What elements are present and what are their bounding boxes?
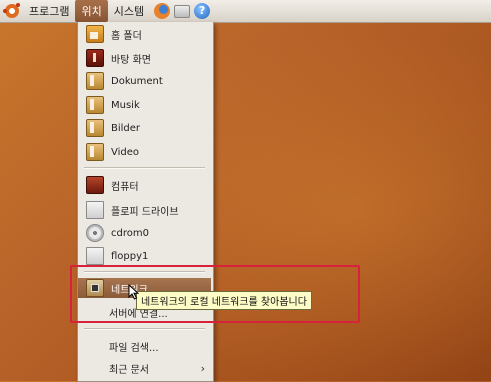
chevron-right-icon: › [200,362,205,375]
home-folder-icon [86,25,104,43]
top-panel: 프로그램 위치 시스템 ? [0,0,491,23]
menu-places[interactable]: 위치 [75,0,108,22]
floppy-icon [86,247,104,265]
menu-item-floppy-drive[interactable]: 플로피 드라이브 [78,200,211,220]
mail-icon[interactable] [174,4,191,18]
video-folder-icon [86,143,104,161]
menu-item-label: Musik [111,99,140,111]
menu-item-cdrom0[interactable]: cdrom0 [78,223,211,243]
menu-item-home-folder[interactable]: 홈 폴더 [78,24,211,44]
desktop-background [0,0,491,381]
blank-icon [86,360,102,376]
pictures-folder-icon [86,119,104,137]
menu-item-musik[interactable]: Musik [78,95,211,115]
menu-item-label: Video [111,146,140,158]
menu-separator [84,167,205,169]
help-icon[interactable]: ? [194,3,211,19]
menu-item-label: 바탕 화면 [111,54,151,66]
menu-item-computer[interactable]: 컴퓨터 [78,175,211,195]
mouse-cursor-icon [128,284,140,300]
music-folder-icon [86,96,104,114]
cdrom-icon [86,224,104,242]
menu-separator [84,328,205,330]
ubuntu-logo-icon[interactable] [3,3,20,18]
blank-icon [86,338,102,354]
menu-item-label: floppy1 [111,250,149,262]
network-tooltip: 네트워크의 로컬 네트워크를 찾아봅니다 [136,291,312,310]
menu-item-label: 플로피 드라이브 [111,206,179,218]
folder-icon [86,72,104,90]
desktop-folder-icon [86,49,104,67]
menu-item-dokument[interactable]: Dokument [78,71,211,91]
menu-system[interactable]: 시스템 [108,0,150,22]
menu-item-label: cdrom0 [111,227,149,239]
menu-item-label: 홈 폴더 [111,30,142,42]
menu-item-recent-documents[interactable]: 최근 문서 › [78,358,211,378]
menu-item-label: 최근 문서 [109,364,149,376]
menu-item-label: 파일 검색... [109,342,159,354]
floppy-drive-icon [86,201,104,219]
menu-item-label: 컴퓨터 [111,181,139,193]
menu-item-bilder[interactable]: Bilder [78,118,211,138]
firefox-icon[interactable] [154,3,171,19]
menu-item-floppy1[interactable]: floppy1 [78,246,211,266]
menu-item-video[interactable]: Video [78,142,211,162]
menu-item-label: Bilder [111,122,141,134]
menu-item-search-files[interactable]: 파일 검색... [78,336,211,356]
menu-applications[interactable]: 프로그램 [23,0,75,22]
places-dropdown-menu: 홈 폴더 바탕 화면 Dokument Musik Bilder Video 컴… [77,22,214,382]
menu-item-desktop[interactable]: 바탕 화면 [78,48,211,68]
menu-item-label: Dokument [111,75,163,87]
computer-icon [86,176,104,194]
